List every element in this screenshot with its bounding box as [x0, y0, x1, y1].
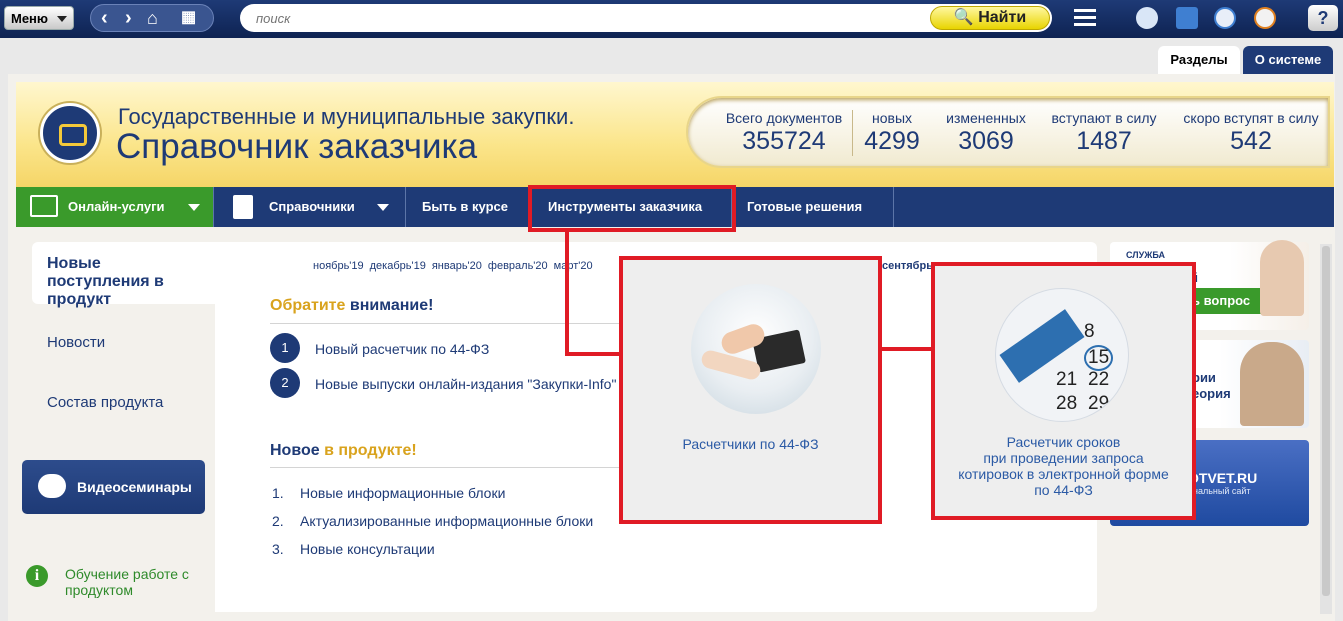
month-link[interactable]: март'20 [554, 260, 593, 272]
forward-icon[interactable]: › [125, 8, 132, 28]
nav-online-services[interactable]: Онлайн-услуги [16, 187, 214, 227]
nav-new-arrivals[interactable]: Новые поступления в продукт [32, 242, 215, 308]
menu-label: Меню [11, 11, 49, 26]
attention-item[interactable]: Новые выпуски онлайн-издания "Закупки-In… [315, 376, 616, 392]
month-link[interactable]: февраль'20 [488, 260, 548, 272]
search-input[interactable] [256, 9, 856, 27]
hamburger-icon[interactable] [1074, 9, 1096, 27]
new-item[interactable]: Новые консультации [300, 541, 435, 557]
learn-product-link[interactable]: Обучение работе с продуктом [65, 566, 205, 598]
chevron-down-icon [377, 204, 389, 211]
grid-icon[interactable]: ▦ [181, 8, 196, 28]
new-item[interactable]: Актуализированные информационные блоки [300, 513, 593, 529]
calculators-card[interactable]: Расчетчики по 44-ФЗ [619, 256, 882, 524]
month-link[interactable]: сентябрь [882, 260, 933, 272]
calculator-image [691, 284, 821, 414]
nav-news[interactable]: Новости [47, 334, 105, 351]
menu-button[interactable]: Меню [4, 6, 74, 30]
find-button[interactable]: 🔍 Найти [930, 6, 1050, 30]
list-number: 2. [272, 513, 284, 529]
attention-item[interactable]: Новый расчетчик по 44-ФЗ [315, 341, 489, 357]
connector-line [880, 347, 934, 351]
calendar-calculator-image: 8 15 21 22 28 29 [995, 288, 1129, 422]
month-timeline: ноябрь'19 декабрь'19 январь'20 февраль'20 ма… [313, 260, 599, 272]
month-link[interactable]: январь'20 [432, 260, 482, 272]
attention-heading: Обратите внимание! [270, 297, 434, 314]
search-icon: 🔍 [953, 9, 974, 26]
video-seminars-button[interactable]: Видеосеминары [22, 460, 205, 514]
highlight-tools [528, 185, 736, 232]
divider [270, 467, 620, 468]
home-icon[interactable]: ⌂ [147, 8, 158, 28]
user-icon[interactable] [1136, 7, 1158, 29]
month-link[interactable]: декабрь'19 [370, 260, 426, 272]
book-icon [233, 195, 253, 219]
month-link[interactable]: ноябрь'19 [313, 260, 364, 272]
tab-sections[interactable]: Разделы [1158, 46, 1240, 74]
operator-photo [1260, 240, 1304, 316]
stat-divider [852, 110, 853, 156]
connector-line [565, 352, 622, 356]
navigation-group: ‹ › ⌂ ▦ [90, 4, 214, 32]
list-number: 2 [270, 368, 300, 398]
back-icon[interactable]: ‹ [101, 8, 108, 28]
folder-icon[interactable] [1176, 7, 1198, 29]
help-icon[interactable]: ? [1308, 5, 1338, 31]
nav-stay-informed[interactable]: Быть в курсе [406, 187, 530, 227]
person-photo [1240, 342, 1304, 426]
chevron-down-icon [188, 204, 200, 211]
new-item[interactable]: Новые информационные блоки [300, 485, 505, 501]
stopwatch-icon[interactable] [1254, 7, 1276, 29]
monitor-icon [30, 195, 58, 217]
wallet-logo-icon [40, 103, 100, 163]
nav-product-contents[interactable]: Состав продукта [47, 394, 163, 411]
new-in-product-heading: Новое в продукте! [270, 442, 417, 459]
deadline-card-title: Расчетчик сроков при проведении запроса … [958, 434, 1169, 498]
stat-new[interactable]: новых 4299 [858, 110, 926, 156]
calculators-card-title: Расчетчики по 44-ФЗ [682, 436, 819, 452]
header-subtitle: Справочник заказчика [116, 127, 478, 166]
connector-line [565, 230, 569, 356]
menu-dropdown-icon [57, 16, 67, 22]
deadline-calculator-card[interactable]: 8 15 21 22 28 29 Расчетчик сроков при пр… [931, 262, 1196, 520]
search-bar: 🔍 Найти [240, 4, 1052, 32]
list-number: 1 [270, 333, 300, 363]
list-number: 1. [272, 485, 284, 501]
find-label: Найти [978, 9, 1027, 26]
scrollbar-thumb[interactable] [1322, 246, 1330, 596]
nav-directories[interactable]: Справочники [215, 187, 406, 227]
stat-total[interactable]: Всего документов 355724 [718, 110, 850, 156]
nav-ready-solutions[interactable]: Готовые решения [732, 187, 894, 227]
list-number: 3. [272, 541, 284, 557]
stat-changed[interactable]: измененных 3069 [938, 110, 1034, 156]
stat-upcoming[interactable]: скоро вступят в силу 542 [1176, 110, 1326, 156]
tab-about[interactable]: О системе [1243, 46, 1333, 74]
info-icon: i [26, 565, 48, 587]
video-camera-icon [38, 474, 66, 498]
clock-icon[interactable] [1214, 7, 1236, 29]
stat-effective[interactable]: вступают в силу 1487 [1044, 110, 1164, 156]
